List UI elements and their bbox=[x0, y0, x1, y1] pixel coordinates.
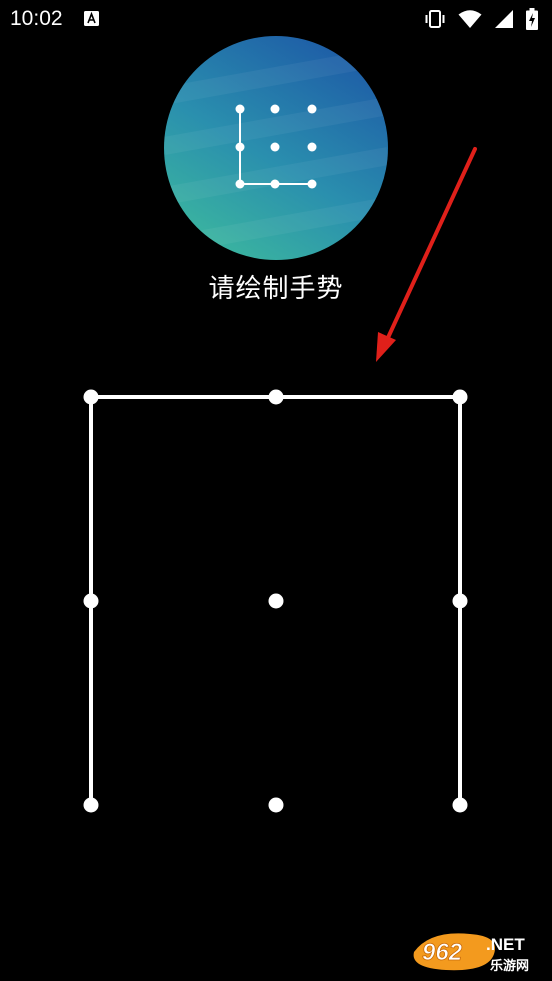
watermark-suffix: .NET bbox=[486, 935, 525, 954]
pattern-dot-5[interactable] bbox=[268, 593, 284, 609]
pattern-dot-7[interactable] bbox=[83, 797, 99, 813]
pattern-dot-9[interactable] bbox=[452, 797, 468, 813]
pattern-dot-3[interactable] bbox=[452, 389, 468, 405]
pattern-dot-8[interactable] bbox=[268, 797, 284, 813]
pattern-dot-1[interactable] bbox=[83, 389, 99, 405]
pattern-lock-grid[interactable] bbox=[0, 0, 552, 981]
watermark-number: 962 bbox=[422, 939, 463, 966]
pattern-dot-6[interactable] bbox=[452, 593, 468, 609]
site-watermark-logo: 962 .NET 乐游网 bbox=[413, 933, 529, 974]
watermark-cn-name: 乐游网 bbox=[490, 958, 529, 974]
red-arrow-annotation-icon bbox=[376, 147, 477, 362]
pattern-dot-4[interactable] bbox=[83, 593, 99, 609]
pattern-dot-2[interactable] bbox=[268, 389, 284, 405]
